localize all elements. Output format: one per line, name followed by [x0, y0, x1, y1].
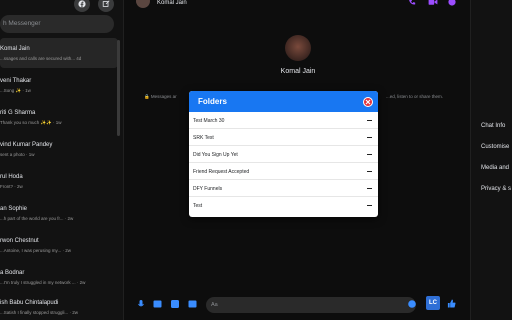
- folder-item[interactable]: SRK Test: [189, 130, 378, 146]
- folder-label: Friend Request Accepted: [193, 169, 250, 175]
- folder-item[interactable]: Friend Request Accepted: [189, 164, 378, 180]
- folder-label: Test: [193, 203, 203, 209]
- folder-item[interactable]: DFY Funnels: [189, 181, 378, 197]
- folder-remove-icon[interactable]: [367, 171, 372, 172]
- close-icon[interactable]: [363, 97, 373, 107]
- folder-remove-icon[interactable]: [367, 137, 372, 138]
- folder-remove-icon[interactable]: [367, 120, 372, 121]
- folders-modal: Folders Test March 30 SRK Test Did You S…: [189, 91, 378, 217]
- folder-remove-icon[interactable]: [367, 205, 372, 206]
- folder-item[interactable]: Did You Sign Up Yet: [189, 147, 378, 163]
- folders-modal-header: Folders: [189, 91, 378, 112]
- folder-item[interactable]: Test March 30: [189, 113, 378, 129]
- folder-label: Test March 30: [193, 118, 225, 124]
- folder-label: SRK Test: [193, 135, 214, 141]
- folder-label: Did You Sign Up Yet: [193, 152, 238, 158]
- folder-remove-icon[interactable]: [367, 154, 372, 155]
- folders-modal-title: Folders: [198, 97, 227, 106]
- folder-remove-icon[interactable]: [367, 188, 372, 189]
- folder-label: DFY Funnels: [193, 186, 223, 192]
- folder-item[interactable]: Test: [189, 198, 378, 214]
